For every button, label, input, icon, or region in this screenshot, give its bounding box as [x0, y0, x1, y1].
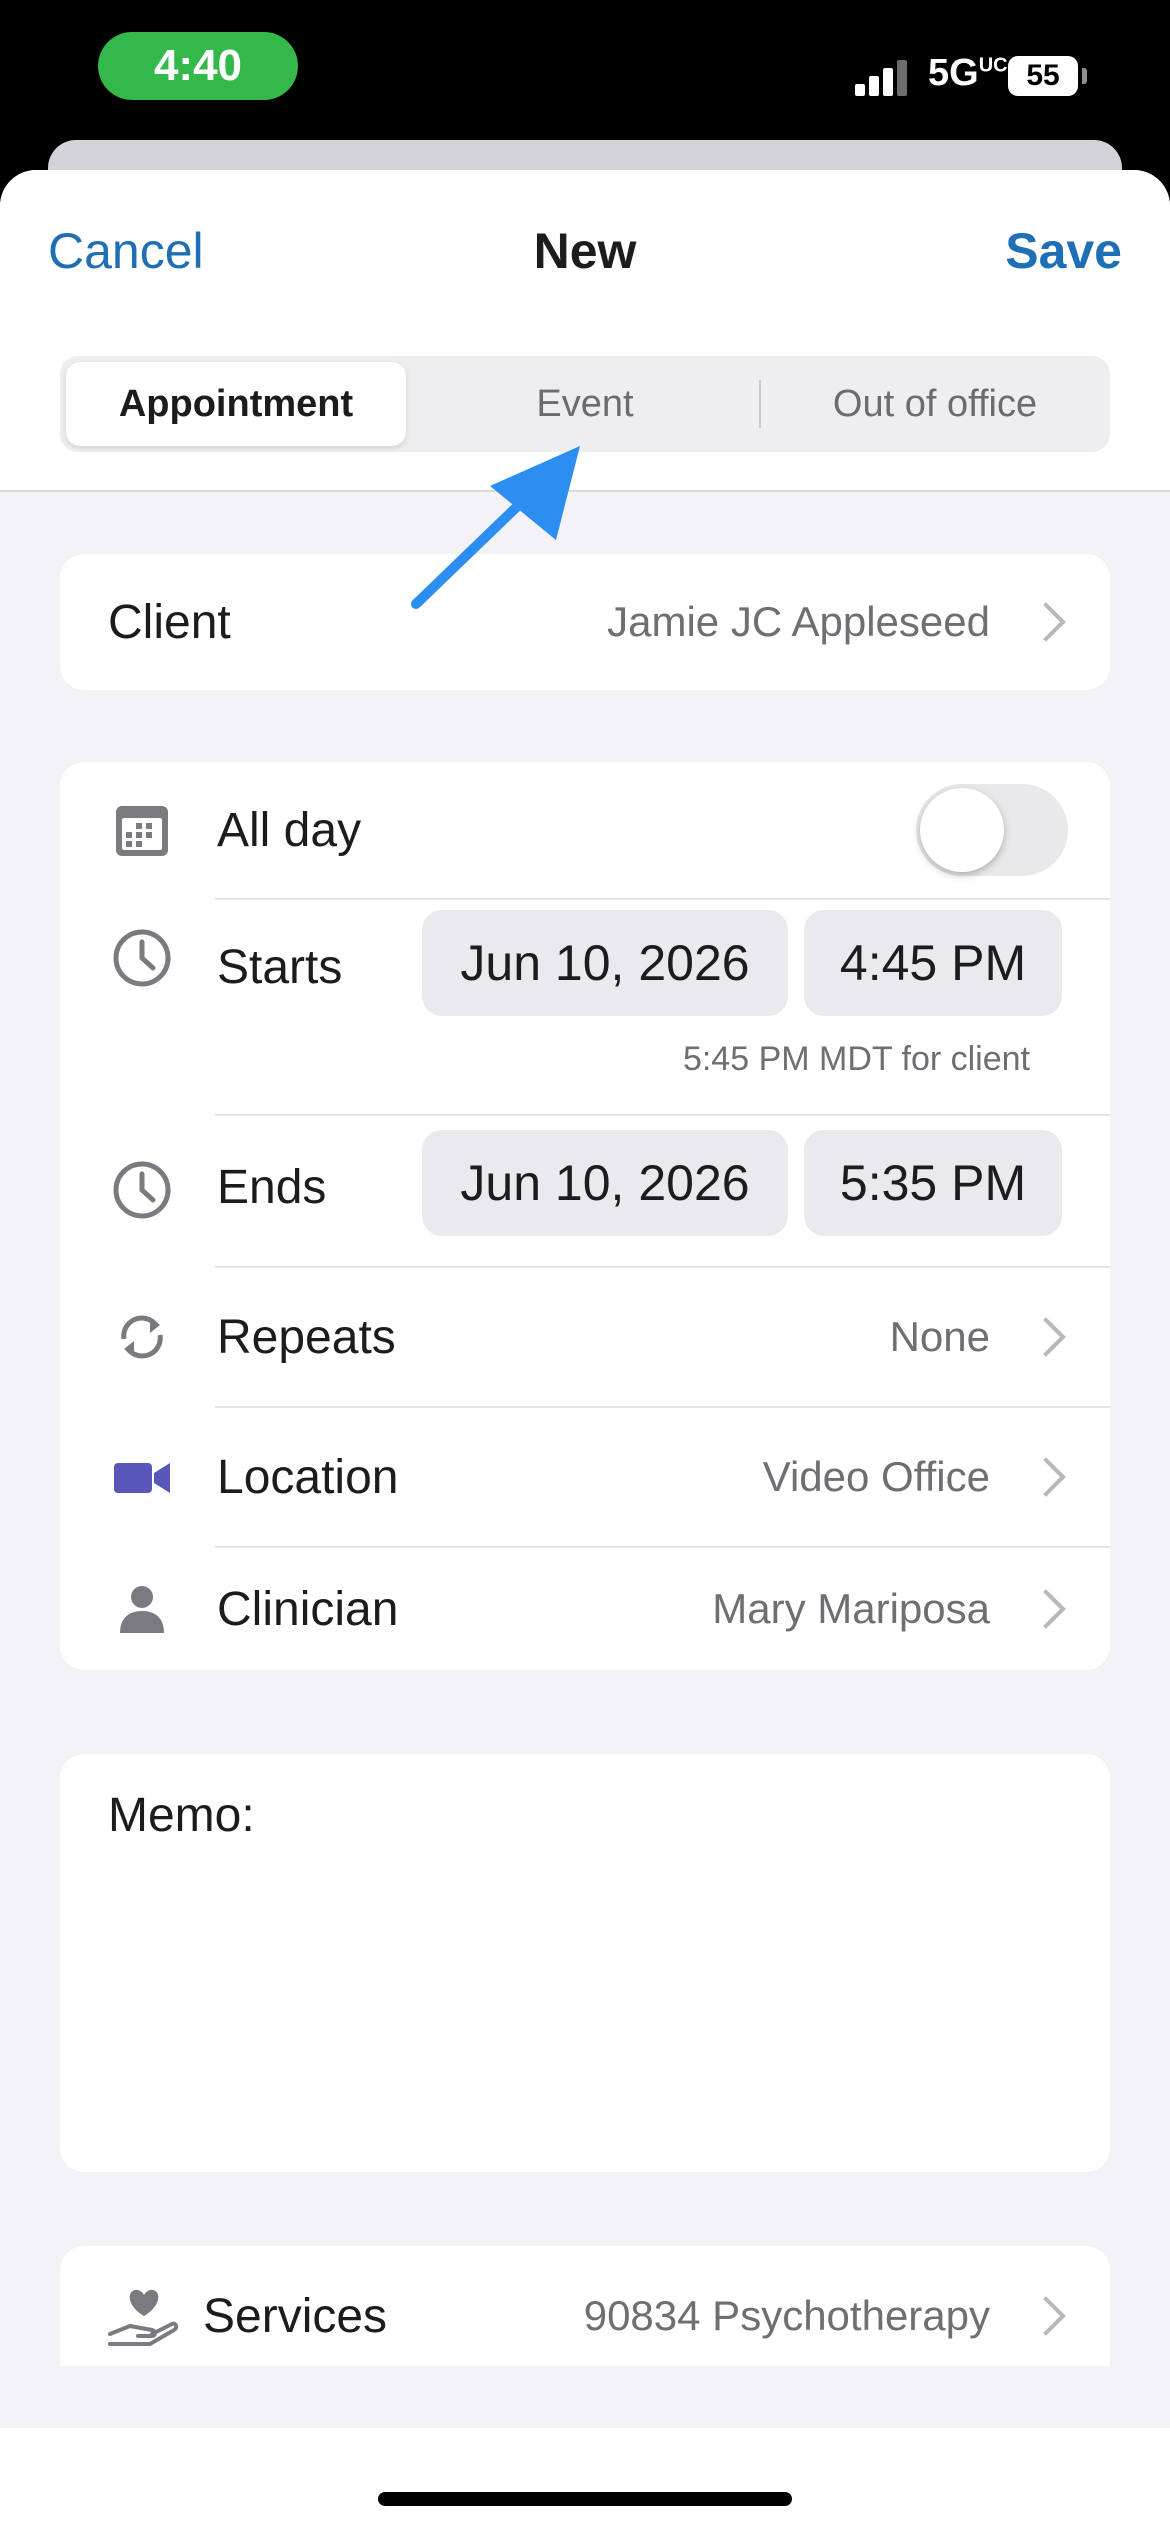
segment-divider	[759, 380, 761, 428]
client-value: Jamie JC Appleseed	[607, 598, 990, 645]
details-card: All day Starts Jun 10, 2026 4:45 PM 5:45…	[60, 762, 1110, 1670]
location-label: Location	[217, 1450, 399, 1504]
memo-card[interactable]: Memo:	[60, 1754, 1110, 2172]
bottom-safe-area	[0, 2428, 1170, 2532]
toggle-knob	[920, 788, 1004, 872]
repeat-icon	[121, 1315, 163, 1359]
battery-icon: 55	[1008, 56, 1078, 96]
chevron-right-icon	[1026, 1589, 1066, 1629]
segment-out-of-office[interactable]: Out of office	[765, 362, 1105, 446]
cellular-signal-icon	[855, 60, 915, 96]
repeats-row[interactable]: Repeats None	[60, 1268, 1110, 1406]
status-time[interactable]: 4:40	[98, 32, 298, 100]
end-time-picker[interactable]: 5:35 PM	[804, 1130, 1062, 1236]
person-icon	[120, 1586, 164, 1633]
services-row[interactable]: Services 90834 Psychotherapy	[60, 2246, 1110, 2386]
services-card: Services 90834 Psychotherapy	[60, 2246, 1110, 2366]
chevron-right-icon	[1026, 2296, 1066, 2336]
services-value: 90834 Psychotherapy	[583, 2292, 990, 2339]
chevron-right-icon	[1026, 602, 1066, 642]
segment-event[interactable]: Event	[415, 362, 755, 446]
video-camera-icon	[114, 1463, 170, 1493]
status-bar: 4:40 5GUC 55	[0, 0, 1170, 160]
client-label: Client	[108, 595, 231, 649]
chevron-right-icon	[1026, 1317, 1066, 1357]
clock-icon	[113, 929, 171, 987]
network-indicator: 5GUC	[928, 52, 1008, 95]
end-date-picker[interactable]: Jun 10, 2026	[422, 1130, 788, 1236]
repeats-label: Repeats	[217, 1310, 396, 1364]
clinician-value: Mary Mariposa	[712, 1585, 990, 1632]
location-value: Video Office	[762, 1453, 990, 1500]
segment-appointment[interactable]: Appointment	[66, 362, 406, 446]
chevron-right-icon	[1026, 1457, 1066, 1497]
calendar-icon	[116, 806, 168, 856]
annotation-arrow-icon	[411, 446, 580, 609]
type-segmented-control: Appointment Event Out of office	[60, 356, 1110, 452]
start-time-picker[interactable]: 4:45 PM	[804, 910, 1062, 1016]
home-indicator[interactable]	[378, 2492, 792, 2506]
ends-row: Ends Jun 10, 2026 5:35 PM	[60, 1116, 1110, 1266]
battery-tip	[1082, 68, 1087, 84]
clock-icon	[113, 1161, 171, 1219]
clinician-row[interactable]: Clinician Mary Mariposa	[60, 1548, 1110, 1670]
all-day-toggle[interactable]	[916, 784, 1068, 876]
starts-row: Starts Jun 10, 2026 4:45 PM 5:45 PM MDT …	[60, 900, 1110, 1114]
all-day-row: All day	[60, 762, 1110, 898]
repeats-value: None	[889, 1313, 990, 1360]
all-day-label: All day	[217, 803, 362, 857]
save-button[interactable]: Save	[1005, 222, 1122, 280]
cancel-button[interactable]: Cancel	[48, 222, 204, 280]
network-sup: UC	[978, 54, 1008, 77]
heart-hand-icon	[108, 2289, 179, 2346]
client-timezone-note: 5:45 PM MDT for client	[682, 1040, 1030, 1078]
sheet-header: Cancel New Save Appointment Event Out of…	[0, 170, 1170, 492]
ends-label: Ends	[217, 1161, 327, 1214]
starts-label: Starts	[217, 941, 343, 994]
services-label: Services	[203, 2289, 388, 2343]
battery-level: 55	[1026, 59, 1060, 92]
start-date-picker[interactable]: Jun 10, 2026	[422, 910, 788, 1016]
location-row[interactable]: Location Video Office	[60, 1408, 1110, 1546]
clinician-label: Clinician	[217, 1582, 399, 1636]
new-appointment-sheet: Cancel New Save Appointment Event Out of…	[0, 170, 1170, 2532]
memo-label: Memo:	[108, 1789, 255, 1842]
network-type: 5G	[928, 52, 979, 94]
